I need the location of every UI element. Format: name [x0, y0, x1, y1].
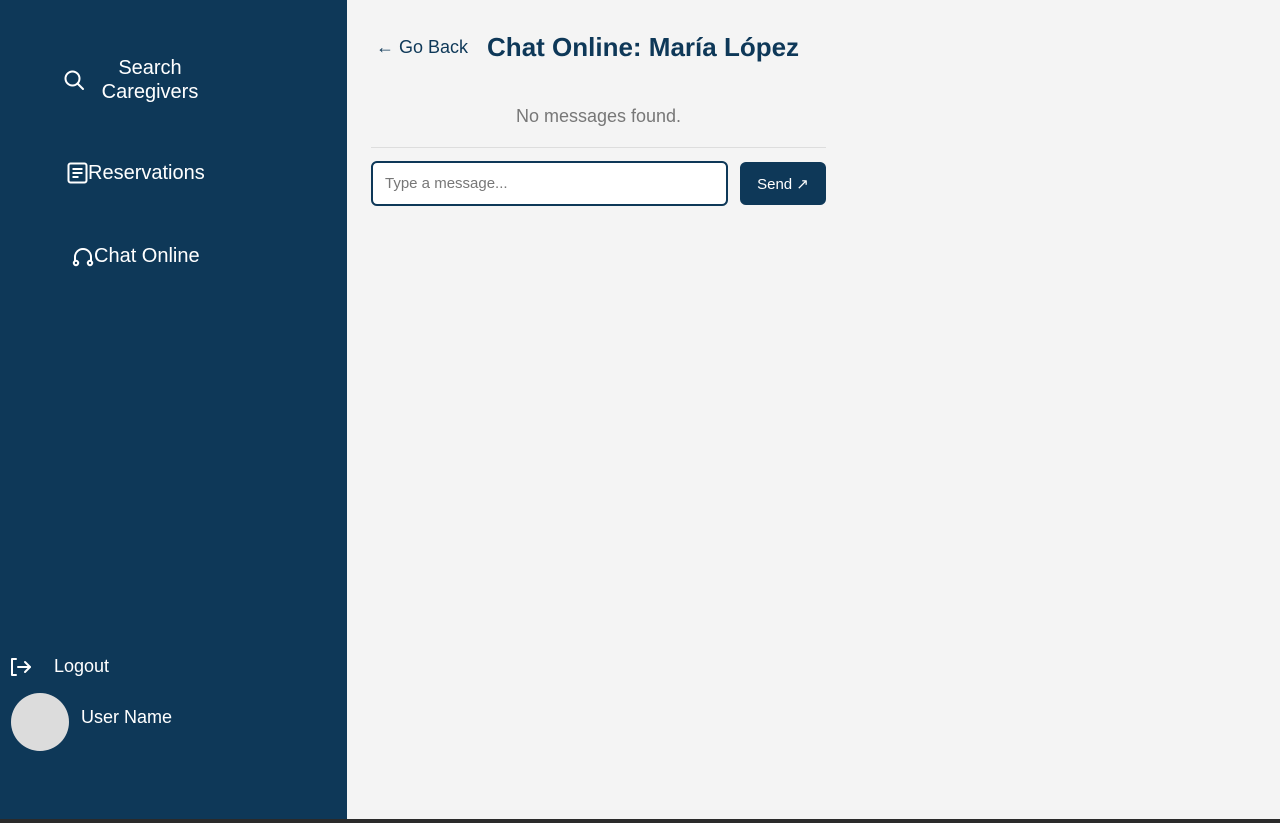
search-icon: [62, 68, 86, 92]
sidebar-item-reservations[interactable]: Reservations: [67, 161, 205, 185]
sidebar-item-chat-online[interactable]: Chat Online: [72, 244, 200, 268]
message-composer: Send ↗: [371, 161, 826, 206]
user-name: User Name: [81, 707, 173, 727]
empty-messages-text: No messages found.: [515, 106, 682, 126]
window-bottom-edge: [0, 819, 1280, 823]
sidebar: Search Caregivers Reservations Chat Onli…: [0, 0, 347, 819]
logout-button[interactable]: Logout: [10, 656, 109, 677]
page-title: Chat Online: María López: [487, 32, 800, 62]
headset-icon: [72, 245, 94, 267]
sidebar-item-label: Reservations: [88, 162, 205, 184]
app-root: Search Caregivers Reservations Chat Onli…: [0, 0, 1280, 823]
divider: [371, 147, 826, 148]
sidebar-item-search-caregivers[interactable]: Search Caregivers: [62, 56, 202, 104]
logout-icon: [10, 657, 32, 677]
user-profile[interactable]: User Name: [11, 693, 172, 751]
sidebar-item-label: Chat Online: [94, 245, 200, 267]
chat-header: ← Go Back Chat Online: María López: [376, 32, 836, 63]
sidebar-item-label: Search Caregivers: [101, 57, 199, 103]
logout-label: Logout: [54, 656, 110, 676]
avatar: [11, 693, 69, 751]
send-button[interactable]: Send ↗: [740, 162, 826, 205]
document-icon: [67, 162, 88, 184]
go-back-link[interactable]: ← Go Back: [376, 37, 468, 58]
message-input[interactable]: [371, 161, 728, 206]
